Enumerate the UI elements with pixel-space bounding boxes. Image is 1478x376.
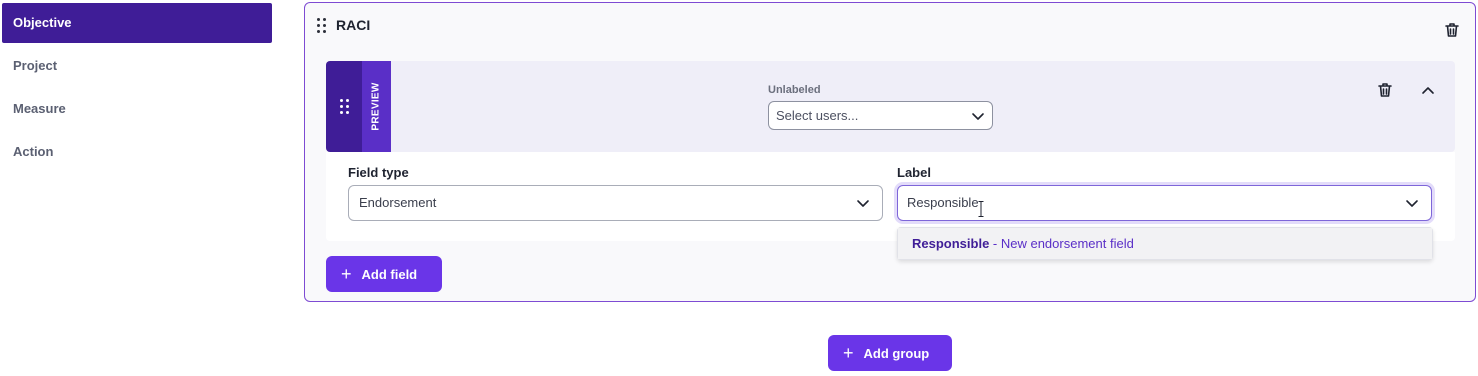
select-users-dropdown[interactable]: Select users... xyxy=(768,101,993,130)
add-group-label: Add group xyxy=(863,345,930,361)
plus-icon: + xyxy=(843,343,854,363)
add-group-button[interactable]: + Add group xyxy=(828,335,952,371)
label-combobox[interactable]: Responsible xyxy=(897,185,1432,221)
field-type-select[interactable]: Endorsement xyxy=(348,185,883,221)
text-cursor-icon xyxy=(978,196,984,217)
chevron-down-icon xyxy=(1405,196,1419,210)
select-users-placeholder: Select users... xyxy=(776,108,859,123)
delete-group-button[interactable] xyxy=(1443,21,1461,39)
label-input-value: Responsible xyxy=(907,195,979,210)
preview-tab-label: PREVIEW xyxy=(371,82,382,131)
drag-handle-icon xyxy=(339,99,349,114)
sidebar-item-measure[interactable]: Measure xyxy=(2,89,272,129)
label-field-label: Label xyxy=(897,165,931,180)
preview-field-label: Unlabeled xyxy=(768,84,821,96)
add-field-label: Add field xyxy=(361,266,418,282)
trash-icon xyxy=(1445,23,1459,37)
sidebar-item-project[interactable]: Project xyxy=(2,46,272,86)
suggestion-option[interactable]: Responsible - New endorsement field xyxy=(898,228,1432,259)
sidebar-item-action[interactable]: Action xyxy=(2,132,272,172)
group-header: RACI xyxy=(317,17,370,33)
label-suggestions: Responsible - New endorsement field xyxy=(897,227,1433,260)
group-title: RACI xyxy=(336,17,371,33)
chevron-down-icon xyxy=(856,196,870,210)
delete-field-button[interactable] xyxy=(1376,81,1394,99)
chevron-down-icon xyxy=(971,109,985,123)
field-drag-handle[interactable] xyxy=(326,61,362,152)
sidebar-item-objective[interactable]: Objective xyxy=(2,3,272,43)
collapse-field-button[interactable] xyxy=(1421,84,1435,98)
add-field-button[interactable]: + Add field xyxy=(326,256,442,292)
drag-handle-icon[interactable] xyxy=(317,17,326,33)
suggestion-highlight: Responsible xyxy=(912,236,990,251)
field-type-value: Endorsement xyxy=(359,195,437,210)
field-panel: PREVIEW Unlabeled Select users... Field … xyxy=(326,61,1455,241)
preview-tab: PREVIEW xyxy=(362,61,391,152)
trash-icon xyxy=(1378,83,1392,97)
plus-icon: + xyxy=(341,264,352,284)
field-preview-area: PREVIEW Unlabeled Select users... xyxy=(326,61,1455,152)
field-type-label: Field type xyxy=(348,165,409,180)
suggestion-rest: - New endorsement field xyxy=(989,236,1134,251)
chevron-up-icon xyxy=(1422,87,1434,94)
